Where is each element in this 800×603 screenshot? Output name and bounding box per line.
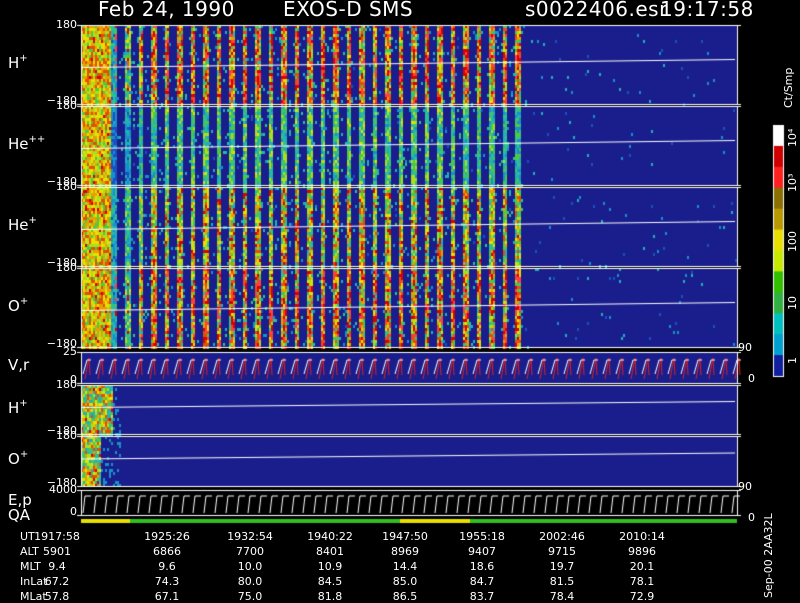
ephem-value: 1947:50 [382, 530, 428, 543]
vr-right-tick-top: 90 [738, 341, 752, 354]
ephem-value: 9.6 [158, 560, 176, 573]
colorbar-label-3: 10 [786, 296, 799, 310]
ephem-value: 10.0 [237, 560, 263, 573]
colorbar-label-0: 10⁴ [786, 128, 799, 147]
panel-label-species: V,r [8, 355, 30, 374]
colorbar-label-1: 10³ [786, 173, 799, 192]
ephem-value: 1940:22 [307, 530, 353, 543]
panel-label-species: H [8, 398, 20, 417]
plot-instrument: EXOS-D SMS [283, 0, 414, 21]
panel-label-charge: + [19, 449, 29, 460]
ephem-value: 67.2 [44, 575, 70, 588]
footer-note: Sep-00 2AA32L [762, 513, 775, 598]
ephem-value: 86.5 [392, 590, 418, 603]
ephem-value: 84.7 [469, 575, 495, 588]
vr-right-tick-bottom: 0 [748, 372, 755, 385]
panel-ytick-max: 180 [56, 180, 77, 193]
colorbar-label-4: 1 [786, 357, 799, 364]
panel-label-species: He [8, 215, 29, 234]
ephem-value: 78.1 [629, 575, 655, 588]
panel-ytick-max: 180 [56, 378, 77, 391]
panel-label-species: O [8, 450, 20, 468]
ephem-value: 14.4 [392, 560, 418, 573]
ephem-value: 7700 [236, 545, 264, 558]
ephem-value: 9.4 [48, 560, 66, 573]
colorbar-label-2: 100 [786, 231, 799, 252]
ephem-value: 57.8 [44, 590, 70, 603]
ephem-value: 83.7 [469, 590, 495, 603]
panel-ytick-max: 180 [56, 261, 77, 274]
panel-ytick-max: 4000 [49, 483, 77, 496]
ephem-value: 84.5 [317, 575, 343, 588]
qa-label: QA [8, 506, 31, 524]
ephem-value: 8969 [391, 545, 419, 558]
ephem-value: 2002:46 [539, 530, 585, 543]
ephem-value: 19.7 [549, 560, 575, 573]
spectrogram-canvas [0, 0, 800, 600]
ephem-value: 1925:26 [144, 530, 190, 543]
colorbar-unit: Ct/Smp [782, 67, 795, 108]
panel-label-1: He++ [8, 134, 45, 153]
panel-label-6: O+ [8, 449, 28, 468]
panel-label-charge: + [19, 52, 28, 64]
ephem-value: 2010:14 [619, 530, 665, 543]
ephem-value: 18.6 [469, 560, 495, 573]
panel-label-5: H+ [8, 398, 28, 417]
panel-label-2: He+ [8, 215, 37, 234]
panel-ytick-max: 180 [56, 18, 77, 31]
ephem-value: 9896 [628, 545, 656, 558]
panel-ytick-max: 180 [56, 429, 77, 442]
ephem-value: 8401 [316, 545, 344, 558]
panel-label-0: H+ [8, 53, 28, 72]
panel-label-charge: + [19, 397, 28, 409]
ep-right-tick-bottom: 0 [748, 511, 755, 524]
panel-ytick-min: 0 [70, 505, 77, 518]
plot-time: 19:17:58 [660, 0, 754, 21]
ephem-value: 75.0 [237, 590, 263, 603]
panel-label-charge: + [19, 295, 29, 307]
ephem-value: 9407 [468, 545, 496, 558]
ephem-value: 5901 [43, 545, 71, 558]
plot-file: s0022406.esr [525, 0, 668, 21]
ephem-value: 72.9 [629, 590, 655, 603]
ephem-value: 74.3 [154, 575, 180, 588]
panel-ytick-max: 25 [63, 345, 77, 358]
panel-label-species: He [8, 134, 29, 153]
plot-date: Feb 24, 1990 [98, 0, 235, 21]
panel-label-4: V,r [8, 356, 29, 374]
ephem-value: 78.4 [549, 590, 575, 603]
ephem-value: 67.1 [154, 590, 180, 603]
panel-label-charge: + [28, 214, 37, 226]
ephem-value: 6866 [153, 545, 181, 558]
ephem-value: 1917:58 [34, 530, 80, 543]
panel-label-3: O+ [8, 296, 28, 315]
ephem-value: 1932:54 [227, 530, 273, 543]
ephem-value: 81.5 [549, 575, 575, 588]
ephem-value: 10.9 [317, 560, 343, 573]
ephem-value: 20.1 [629, 560, 655, 573]
ephem-value: 81.8 [317, 590, 343, 603]
ephem-value: 80.0 [237, 575, 263, 588]
panel-label-species: O [8, 296, 20, 315]
panel-label-species: H [8, 53, 20, 72]
ephem-value: 85.0 [392, 575, 418, 588]
ephem-value: 9715 [548, 545, 576, 558]
ephem-value: 1955:18 [459, 530, 505, 543]
ep-right-tick-top: 90 [738, 480, 752, 493]
panel-label-charge: ++ [28, 133, 46, 145]
panel-ytick-max: 180 [56, 99, 77, 112]
